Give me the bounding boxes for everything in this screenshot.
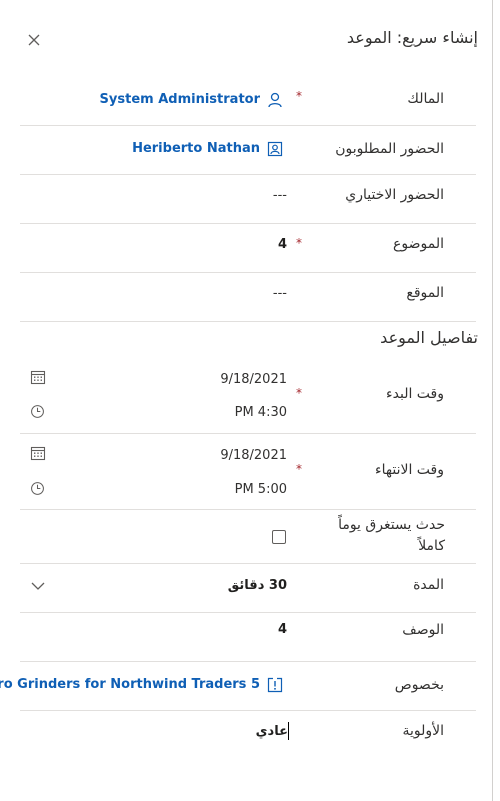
all-day-label: حدث يستغرق يوماً <box>338 517 445 533</box>
calendar-icon[interactable] <box>30 369 46 385</box>
row-divider <box>20 661 476 662</box>
row-divider <box>20 563 476 564</box>
priority-select[interactable]: عادي <box>256 724 288 739</box>
row-divider <box>20 612 476 613</box>
end-date-input[interactable]: 9/18/2021 <box>220 448 287 463</box>
required-indicator: * <box>296 386 302 400</box>
description-input[interactable]: 4 <box>278 622 287 637</box>
calendar-icon[interactable] <box>30 445 46 461</box>
required-indicator: * <box>296 462 302 476</box>
regarding-label: بخصوص <box>394 677 444 693</box>
start-time-input[interactable]: PM 4:30 <box>235 405 287 420</box>
row-divider <box>20 710 476 711</box>
close-icon[interactable] <box>24 30 44 50</box>
start-time-label: وقت البدء <box>386 386 444 402</box>
required-attendee-link[interactable]: Heriberto Nathan <box>132 141 260 156</box>
regarding-lookup-link[interactable]: ...ro Grinders for Northwind Traders 5 <box>0 677 260 692</box>
priority-label: الأولوية <box>402 723 444 739</box>
text-cursor <box>288 722 289 740</box>
person-icon <box>268 92 282 108</box>
required-indicator: * <box>296 236 302 250</box>
duration-label: المدة <box>413 577 444 593</box>
opportunity-icon <box>267 677 283 693</box>
optional-attendees-input[interactable]: --- <box>273 188 287 203</box>
end-time-input[interactable]: PM 5:00 <box>235 482 287 497</box>
row-divider <box>20 509 476 510</box>
contact-card-icon <box>267 141 283 157</box>
end-time-label: وقت الانتهاء <box>375 462 444 478</box>
panel-border <box>492 0 493 801</box>
duration-select[interactable]: 30 دقائق <box>228 578 287 593</box>
location-label: الموقع <box>406 285 444 301</box>
chevron-down-icon[interactable] <box>30 580 46 592</box>
all-day-label-line2: كاملاً <box>418 538 445 554</box>
row-divider <box>20 223 476 224</box>
row-divider <box>20 174 476 175</box>
all-day-checkbox[interactable] <box>272 530 286 544</box>
owner-lookup-link[interactable]: System Administrator <box>100 92 260 107</box>
location-input[interactable]: --- <box>273 286 287 301</box>
row-divider <box>20 272 476 273</box>
optional-attendees-label: الحضور الاختياري <box>345 187 444 203</box>
row-divider <box>20 433 476 434</box>
subject-input[interactable]: 4 <box>278 237 287 252</box>
row-divider <box>20 321 476 322</box>
required-attendees-label: الحضور المطلوبون <box>335 141 444 157</box>
required-indicator: * <box>296 89 302 103</box>
start-date-input[interactable]: 9/18/2021 <box>220 372 287 387</box>
clock-icon[interactable] <box>30 481 45 496</box>
dialog-title: إنشاء سريع: الموعد <box>346 28 478 47</box>
owner-label: المالك <box>407 91 444 107</box>
clock-icon[interactable] <box>30 404 45 419</box>
subject-label: الموضوع <box>393 236 444 252</box>
row-divider <box>20 125 476 126</box>
section-title: تفاصيل الموعد <box>380 328 478 347</box>
description-label: الوصف <box>402 622 444 638</box>
